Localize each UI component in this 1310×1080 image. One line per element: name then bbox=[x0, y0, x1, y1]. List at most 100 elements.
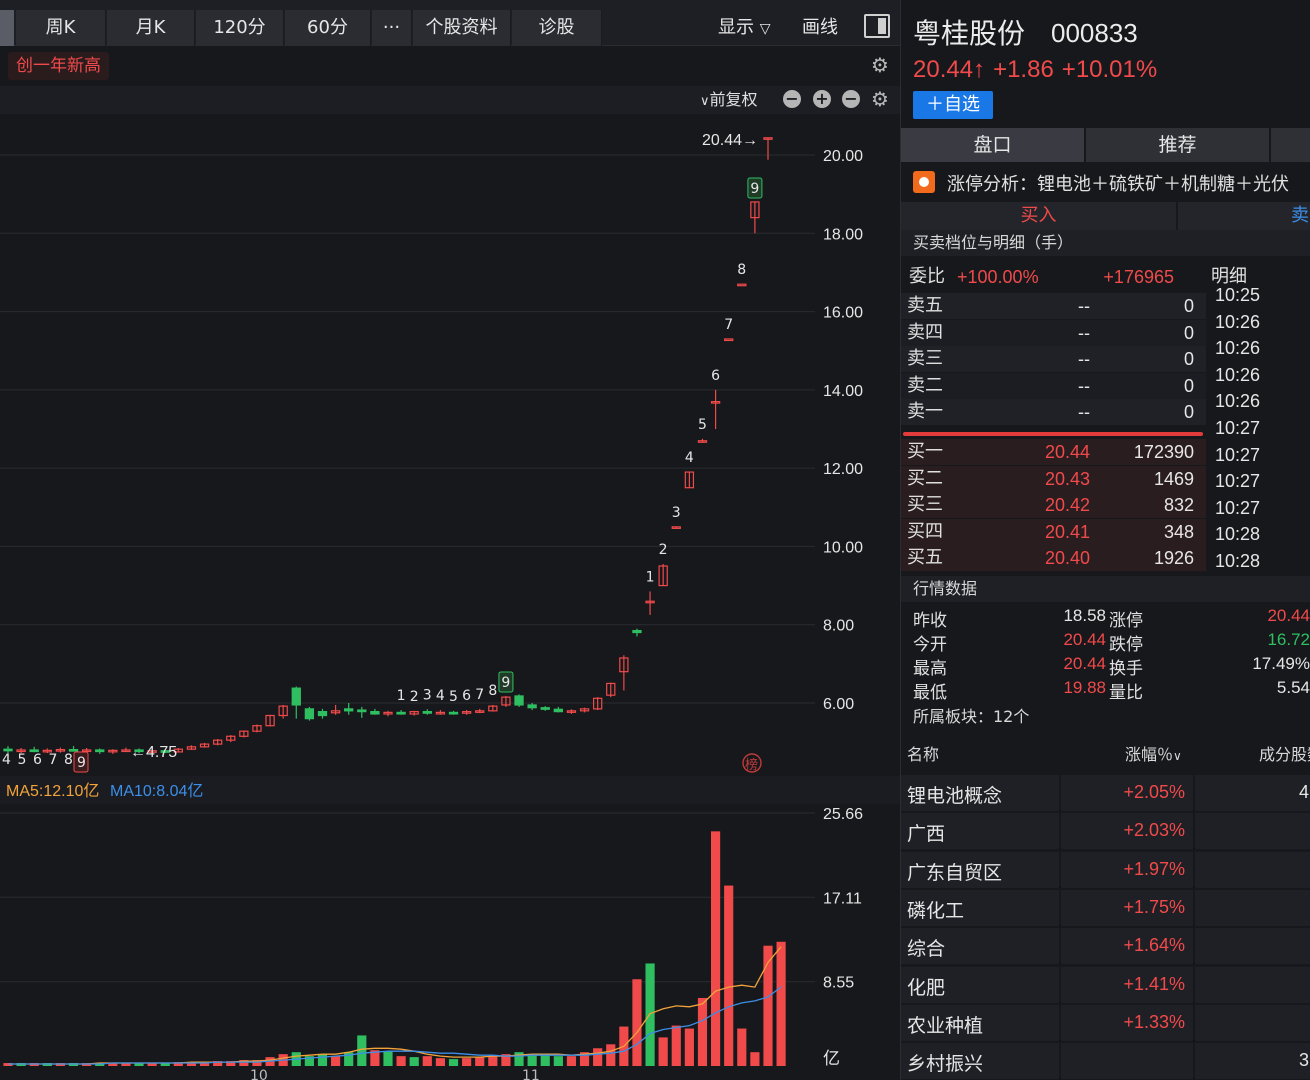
tick-time: 10:27 bbox=[1215, 444, 1261, 465]
sector-row[interactable]: 农业种植 +1.33% bbox=[901, 1004, 1310, 1041]
tick-time: 10:25 bbox=[1215, 285, 1261, 305]
bid-price: 20.44 bbox=[1044, 442, 1090, 462]
sector-name: 广西 bbox=[907, 823, 946, 846]
sector-row[interactable]: 综合 +1.64% bbox=[901, 928, 1310, 965]
limit-up-analysis[interactable]: 涨停分析：锂电池＋硫铁矿＋机制糖＋光伏 bbox=[901, 168, 1310, 198]
ask-row[interactable]: 卖二 -- 0 bbox=[901, 372, 1206, 399]
col-change[interactable]: 涨幅％∨ bbox=[1125, 738, 1182, 773]
bid-row[interactable]: 买四 20.41 348 bbox=[901, 518, 1206, 545]
bid-row[interactable]: 买二 20.43 1469 bbox=[901, 465, 1206, 492]
market-label: 昨收 bbox=[913, 611, 947, 631]
limit-up-text: 涨停分析：锂电池＋硫铁矿＋机制糖＋光伏 bbox=[947, 174, 1289, 195]
price-change: +1.86 bbox=[993, 56, 1054, 83]
ask-price: -- bbox=[1078, 296, 1090, 316]
volume-bar bbox=[409, 1057, 419, 1066]
td-count-label: 9 bbox=[501, 675, 510, 691]
volume-tick-label: 25.66 bbox=[823, 806, 863, 823]
market-value: 16.72 bbox=[1267, 630, 1310, 649]
sector-name: 综合 bbox=[907, 938, 946, 961]
volume-bar bbox=[331, 1056, 341, 1066]
ask-row[interactable]: 卖三 -- 0 bbox=[901, 346, 1206, 372]
td-count-label: 5 bbox=[698, 417, 707, 433]
volume-bar bbox=[658, 1037, 668, 1066]
td-count-label: 2 bbox=[659, 542, 668, 558]
volume-bar bbox=[750, 1052, 760, 1066]
sector-change: +2.03% bbox=[1123, 820, 1185, 841]
stock-name: 粤桂股份 bbox=[913, 17, 1026, 50]
spread-divider bbox=[903, 432, 1203, 436]
bid-price: 20.43 bbox=[1044, 468, 1090, 489]
price-summary: 20.44↑ +1.86 +10.01% bbox=[913, 56, 1165, 84]
bid-row[interactable]: 买五 20.40 1926 bbox=[901, 545, 1206, 572]
sector-cell-bg bbox=[1195, 928, 1310, 965]
price-tick-label: 20.00 bbox=[823, 148, 863, 165]
sector-cell-bg bbox=[1195, 889, 1310, 926]
ask-label: 卖一 bbox=[907, 401, 943, 422]
market-value: 17.49% bbox=[1252, 654, 1310, 673]
bid-volume: 172390 bbox=[1133, 442, 1194, 462]
bid-volume: 1469 bbox=[1153, 468, 1194, 489]
td-count-label: 4 bbox=[436, 688, 445, 704]
bid-label: 买三 bbox=[907, 494, 943, 516]
volume-bar bbox=[697, 997, 708, 1066]
bid-row[interactable]: 买三 20.42 832 bbox=[901, 492, 1206, 519]
td-count-label: 3 bbox=[423, 687, 432, 703]
bid-price: 20.41 bbox=[1044, 521, 1090, 542]
sector-cell-bg bbox=[1195, 1004, 1310, 1041]
volume-bar bbox=[684, 1028, 694, 1066]
volume-bar bbox=[606, 1044, 616, 1066]
ratio-diff: +176965 bbox=[1103, 267, 1174, 287]
bid-price: 20.42 bbox=[1044, 495, 1090, 516]
x-label-oct: 10 bbox=[250, 1068, 268, 1080]
ask-row[interactable]: 卖五 -- 0 bbox=[901, 293, 1206, 319]
price-tick-label: 18.00 bbox=[823, 226, 863, 243]
col-change-label: 涨幅％ bbox=[1125, 745, 1174, 764]
tick-time: 10:27 bbox=[1215, 497, 1261, 518]
market-value: 20.44 bbox=[1063, 654, 1106, 673]
sector-cell-bg bbox=[1195, 775, 1310, 811]
ask-label: 卖三 bbox=[907, 348, 943, 369]
sector-cell-bg bbox=[1195, 813, 1310, 850]
ask-row[interactable]: 卖一 -- 0 bbox=[901, 399, 1206, 425]
sector-row[interactable]: 广东自贸区 +1.97% bbox=[901, 851, 1310, 888]
bid-row[interactable]: 买一 20.44 172390 bbox=[901, 439, 1206, 465]
ask-volume: 0 bbox=[1183, 375, 1194, 396]
buy-tab[interactable]: 买入 bbox=[901, 202, 1176, 230]
sector-component-count: 4 bbox=[1298, 782, 1309, 802]
last-price: 20.44↑ bbox=[913, 56, 986, 83]
tab-more[interactable] bbox=[1271, 128, 1310, 162]
add-watchlist-button[interactable]: ＋自选 bbox=[913, 91, 993, 119]
sector-row[interactable]: 锂电池概念 +2.05% 4 bbox=[901, 775, 1310, 811]
price-tick-label: 6.00 bbox=[823, 696, 854, 713]
bid-price: 20.40 bbox=[1044, 548, 1090, 569]
sector-row[interactable]: 磷化工 +1.75% bbox=[901, 889, 1310, 926]
bid-label: 买二 bbox=[907, 467, 943, 489]
market-label: 最低 bbox=[913, 683, 947, 703]
kline-volume-chart[interactable]: 1 2 3 4 5 6 7 891234567894 5 6 7 8 9 20.0018.0016.00… bbox=[0, 0, 900, 1080]
bid-label: 买一 bbox=[907, 441, 943, 462]
ask-row[interactable]: 卖四 -- 0 bbox=[901, 319, 1206, 346]
sector-row[interactable]: 化肥 +1.41% bbox=[901, 966, 1310, 1003]
market-label: 最高 bbox=[913, 659, 947, 679]
candle-body bbox=[632, 629, 642, 634]
candle-series bbox=[3, 137, 773, 754]
volume-bar bbox=[671, 1025, 681, 1066]
volume-bar bbox=[724, 885, 734, 1066]
market-label: 跌停 bbox=[1109, 635, 1143, 655]
sector-change: +1.33% bbox=[1123, 1011, 1185, 1032]
sector-name: 广东自贸区 bbox=[907, 861, 1003, 884]
market-value: 20.44 bbox=[1267, 606, 1310, 625]
sell-tab[interactable]: 卖 bbox=[1178, 202, 1310, 230]
tab-pankou[interactable]: 盘口 bbox=[901, 128, 1084, 162]
quote-panel: 粤桂股份 000833 20.44↑ +1.86 +10.01% ＋自选 盘口 推荐… bbox=[900, 0, 1310, 1080]
volume-bar bbox=[396, 1056, 406, 1066]
candle-body bbox=[540, 707, 550, 710]
rank-badge[interactable]: 榜 bbox=[745, 757, 758, 773]
ask-label: 卖二 bbox=[907, 374, 943, 396]
sector-row[interactable]: 广西 +2.03% bbox=[901, 813, 1310, 850]
sector-row[interactable]: 乡村振兴 3 bbox=[901, 1043, 1310, 1080]
sector-change: +2.05% bbox=[1123, 782, 1185, 802]
sector-cell-bg bbox=[1195, 851, 1310, 888]
volume-bar bbox=[737, 1028, 747, 1066]
tab-tuijian[interactable]: 推荐 bbox=[1086, 128, 1269, 162]
